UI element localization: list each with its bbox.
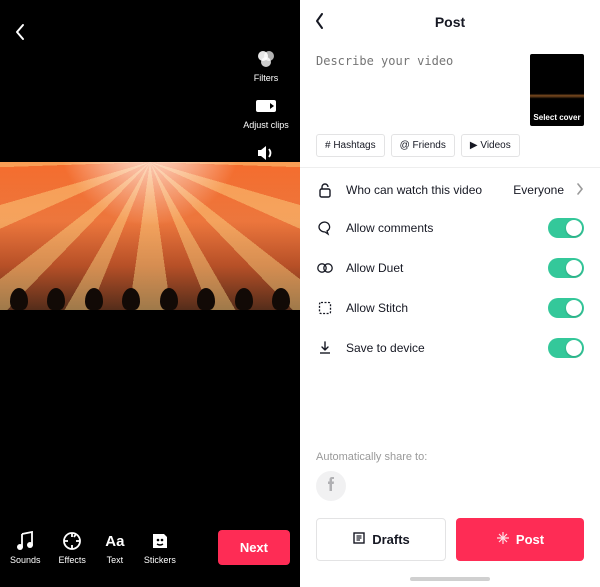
download-icon (316, 340, 334, 356)
settings-list: Who can watch this video Everyone Allow … (300, 168, 600, 372)
privacy-label: Who can watch this video (346, 183, 501, 197)
crowd-silhouette (0, 280, 300, 310)
bottom-toolbar: Sounds Effects Aa Text Stickers Next (10, 530, 290, 565)
drafts-icon (352, 531, 366, 548)
save-label: Save to device (346, 341, 536, 355)
hashtags-chip[interactable]: # Hashtags (316, 134, 385, 157)
stitch-row: Allow Stitch (300, 288, 600, 328)
sounds-tool[interactable]: Sounds (10, 530, 41, 565)
share-section: Automatically share to: (316, 451, 584, 501)
chevron-left-icon (14, 29, 28, 46)
drafts-label: Drafts (372, 532, 410, 547)
duet-label: Allow Duet (346, 261, 536, 275)
post-screen: Post Select cover # Hashtags @ Friends ▶… (300, 0, 600, 587)
sounds-label: Sounds (10, 555, 41, 565)
edit-screen: Filters Adjust clips Voice effects Voice… (0, 0, 300, 587)
drafts-button[interactable]: Drafts (316, 518, 446, 561)
effects-icon (61, 530, 83, 552)
page-title: Post (435, 14, 465, 30)
privacy-value: Everyone (513, 183, 564, 197)
chevron-left-icon (314, 17, 326, 34)
next-button[interactable]: Next (218, 530, 290, 565)
description-input[interactable] (316, 54, 520, 114)
home-indicator (410, 577, 490, 581)
share-label: Automatically share to: (316, 451, 584, 463)
duet-toggle[interactable] (548, 258, 584, 278)
stitch-toggle[interactable] (548, 298, 584, 318)
privacy-row[interactable]: Who can watch this video Everyone (300, 172, 600, 208)
stitch-label: Allow Stitch (346, 301, 536, 315)
facebook-icon (323, 476, 339, 497)
stickers-label: Stickers (144, 555, 176, 565)
voice-effects-icon (255, 142, 277, 164)
filters-label: Filters (254, 73, 279, 83)
post-label: Post (516, 532, 544, 547)
compose-area: Select cover (300, 44, 600, 134)
stickers-icon (149, 530, 171, 552)
adjust-clips-tool[interactable]: Adjust clips (243, 95, 289, 130)
cover-label: Select cover (533, 113, 580, 126)
post-button[interactable]: Post (456, 518, 584, 561)
effects-label: Effects (59, 555, 86, 565)
chip-row: # Hashtags @ Friends ▶ Videos (300, 134, 600, 168)
cover-selector[interactable]: Select cover (530, 54, 584, 126)
bottom-actions: Drafts Post (316, 518, 584, 561)
adjust-clips-label: Adjust clips (243, 120, 289, 130)
duet-icon (316, 261, 334, 275)
text-icon: Aa (104, 530, 126, 552)
videos-chip[interactable]: ▶ Videos (461, 134, 520, 157)
text-tool[interactable]: Aa Text (104, 530, 126, 565)
filters-tool[interactable]: Filters (254, 48, 279, 83)
adjust-clips-icon (255, 95, 277, 117)
post-header: Post (300, 0, 600, 44)
stitch-icon (316, 301, 334, 315)
music-note-icon (14, 530, 36, 552)
back-button[interactable] (14, 22, 28, 47)
chevron-right-icon (576, 183, 584, 198)
video-frame-image (0, 162, 300, 310)
save-row: Save to device (300, 328, 600, 368)
share-facebook[interactable] (316, 471, 346, 501)
comments-row: Allow comments (300, 208, 600, 248)
friends-chip[interactable]: @ Friends (391, 134, 455, 157)
text-label: Text (107, 555, 124, 565)
stickers-tool[interactable]: Stickers (144, 530, 176, 565)
comment-icon (316, 220, 334, 236)
filters-icon (255, 48, 277, 70)
duet-row: Allow Duet (300, 248, 600, 288)
comments-toggle[interactable] (548, 218, 584, 238)
video-preview[interactable] (0, 162, 300, 310)
save-toggle[interactable] (548, 338, 584, 358)
post-icon (496, 531, 510, 548)
back-button[interactable] (314, 12, 326, 35)
comments-label: Allow comments (346, 221, 536, 235)
lock-icon (316, 182, 334, 198)
effects-tool[interactable]: Effects (59, 530, 86, 565)
